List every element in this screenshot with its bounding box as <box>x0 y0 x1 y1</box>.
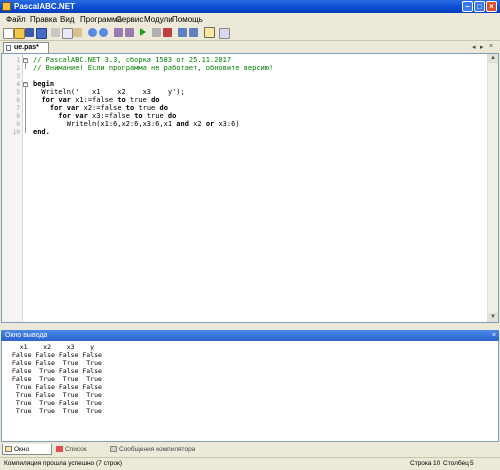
output-panel-title: Окно вывода <box>5 332 48 339</box>
minimize-button[interactable]: – <box>462 1 473 12</box>
line-number: 6 <box>16 97 20 104</box>
options-icon[interactable] <box>219 28 230 39</box>
paste-icon[interactable] <box>73 28 82 37</box>
title-bar: PascalABC.NET – □ × <box>0 0 500 13</box>
new-file-icon[interactable] <box>3 28 14 39</box>
pause-icon[interactable] <box>152 28 161 37</box>
code-editor[interactable]: 1 2 3 4 5 6 7 8 9 10 − − // PascalABC.NE… <box>1 53 499 323</box>
output-window-icon <box>5 446 12 453</box>
bottom-tabs: Окно вывода Список ошибок Сообщения комп… <box>0 443 500 464</box>
unindent-icon[interactable] <box>125 28 134 37</box>
output-line: True False True True <box>8 391 102 399</box>
save-all-icon[interactable] <box>36 28 47 39</box>
code-line: // PascalABC.NET 3.3, сборка 1583 от 25.… <box>33 56 232 64</box>
cut-icon[interactable] <box>51 28 60 37</box>
line-number: 4 <box>16 81 20 88</box>
line-number: 10 <box>12 129 20 136</box>
editor-tabs: ue.pas* ◂ ▸ × <box>0 41 500 53</box>
code-line: // Внимание! Если программа не работает,… <box>33 64 274 72</box>
tab-close-icon[interactable]: × <box>489 43 493 50</box>
code-line: for var x1:=false to true do <box>41 96 160 104</box>
copy-icon[interactable] <box>62 28 73 39</box>
line-number: 2 <box>16 65 20 72</box>
code-line: for var x2:=false to true do <box>49 104 168 112</box>
tab-scroll-left-icon[interactable]: ◂ <box>472 43 476 51</box>
tab-ue-pas[interactable]: ue.pas* <box>3 42 49 53</box>
code-line: end. <box>33 128 50 136</box>
app-icon <box>2 2 11 11</box>
output-window-icon[interactable] <box>204 27 215 38</box>
tab-scroll-right-icon[interactable]: ▸ <box>480 43 484 51</box>
tab-compiler-messages[interactable]: Сообщения компилятора <box>108 444 208 455</box>
code-line: begin <box>33 80 55 88</box>
code-line: for var x3:=false to true do <box>58 112 177 120</box>
line-number: 5 <box>16 89 20 96</box>
output-window[interactable]: x1 x2 x3 y False False False False False… <box>1 341 499 442</box>
line-number: 7 <box>16 105 20 112</box>
close-button[interactable]: × <box>486 1 497 12</box>
scroll-down-icon[interactable]: ▼ <box>488 313 498 322</box>
output-line: False True False False <box>8 367 102 375</box>
tab-error-list[interactable]: Список ошибок <box>54 444 106 464</box>
indent-icon[interactable] <box>114 28 123 37</box>
menu-help[interactable]: Помощь <box>172 14 203 26</box>
code-line: Writeln(' x1 x2 x3 y'); <box>33 88 185 96</box>
line-number: 9 <box>16 121 20 128</box>
output-line: x1 x2 x3 y <box>8 343 95 351</box>
close-icon[interactable]: × <box>492 330 496 341</box>
column-value: 5 <box>470 460 474 467</box>
error-list-icon <box>56 446 63 453</box>
undo-icon[interactable] <box>88 28 97 37</box>
window-title: PascalABC.NET <box>14 2 75 11</box>
output-line: False False True True <box>8 359 102 367</box>
code-line: Writeln(x1:6,x2:6,x3:6,x1 and x2 or x3:6… <box>33 120 240 128</box>
panel-splitter[interactable] <box>0 323 500 326</box>
output-line: True True True True <box>8 407 102 415</box>
redo-icon[interactable] <box>99 28 108 37</box>
fold-line <box>25 63 26 69</box>
tab-output-window[interactable]: Окно вывода <box>2 444 52 464</box>
save-icon[interactable] <box>25 28 34 37</box>
line-number: 3 <box>16 73 20 80</box>
fold-line <box>25 87 26 133</box>
column-label: Столбец <box>443 460 469 467</box>
menu-bar: Файл Правка Вид Программа Сервис Модули … <box>0 14 500 26</box>
document-icon <box>6 45 11 51</box>
status-message: Компиляция прошла успешно (7 строк) <box>4 460 123 467</box>
line-value: 10 <box>433 460 441 467</box>
tab-label: ue.pas* <box>14 44 39 51</box>
line-number: 1 <box>16 57 20 64</box>
line-number: 8 <box>16 113 20 120</box>
menu-modules[interactable]: Модули <box>144 14 173 26</box>
status-bar: Компиляция прошла успешно (7 строк) Стро… <box>0 457 500 470</box>
output-line: True False False False <box>8 383 102 391</box>
menu-edit[interactable]: Правка <box>30 14 57 26</box>
toolbar <box>0 26 500 41</box>
output-line: False True True True <box>8 375 102 383</box>
editor-scrollbar[interactable]: ▲ ▼ <box>487 54 498 322</box>
tab-label: Сообщения компилятора <box>119 446 196 453</box>
line-label: Строка <box>410 460 432 467</box>
run-icon[interactable] <box>140 28 146 36</box>
step-over-icon[interactable] <box>178 28 187 37</box>
stop-icon[interactable] <box>163 28 172 37</box>
menu-service[interactable]: Сервис <box>116 14 143 26</box>
output-line: False False False False <box>8 351 102 359</box>
output-panel-header: Окно вывода × <box>1 330 499 341</box>
maximize-button[interactable]: □ <box>474 1 485 12</box>
line-number-gutter: 1 2 3 4 5 6 7 8 9 10 <box>2 54 23 322</box>
open-folder-icon[interactable] <box>14 28 25 39</box>
menu-view[interactable]: Вид <box>60 14 74 26</box>
scroll-up-icon[interactable]: ▲ <box>488 54 498 63</box>
menu-file[interactable]: Файл <box>6 14 26 26</box>
compiler-messages-icon <box>110 446 117 453</box>
step-into-icon[interactable] <box>189 28 198 37</box>
output-line: True True False True <box>8 399 102 407</box>
